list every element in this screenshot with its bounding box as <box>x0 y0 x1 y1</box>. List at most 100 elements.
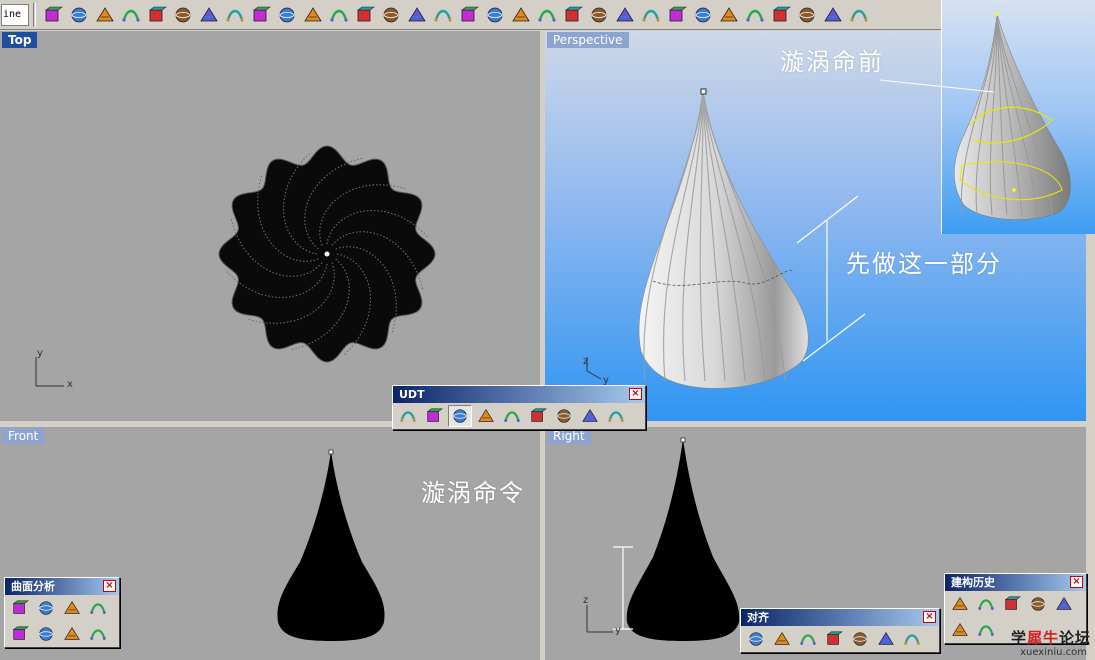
taper-icon[interactable] <box>552 405 576 427</box>
thickness-icon[interactable] <box>60 623 84 645</box>
morph-icon[interactable] <box>612 2 638 28</box>
emap-icon[interactable] <box>86 623 110 645</box>
curvature-icon[interactable] <box>34 597 58 619</box>
bend-icon[interactable] <box>526 405 550 427</box>
polygon-icon[interactable] <box>274 2 300 28</box>
align-bottom-icon[interactable] <box>744 628 768 650</box>
network-icon[interactable] <box>508 2 534 28</box>
cylinder-icon[interactable] <box>92 2 118 28</box>
curve-icon[interactable] <box>118 2 144 28</box>
twisty-icon[interactable] <box>422 405 446 427</box>
viewport-divider-vertical[interactable] <box>540 31 545 660</box>
book-icon[interactable] <box>430 2 456 28</box>
history-unlock-icon[interactable] <box>1052 593 1076 615</box>
udt-palette[interactable]: UDT × <box>392 385 646 430</box>
shear-icon[interactable] <box>578 405 602 427</box>
udt-close-button[interactable]: × <box>629 388 642 400</box>
surface-analysis-palette[interactable]: 曲面分析 × <box>4 577 120 648</box>
twist-icon[interactable] <box>664 2 690 28</box>
update-history-icon[interactable] <box>974 593 998 615</box>
point-deviation-icon[interactable] <box>34 623 58 645</box>
axis-label-y: y <box>615 625 621 636</box>
zebra-icon[interactable] <box>8 597 32 619</box>
viewport-top[interactable]: Top y x <box>0 31 540 421</box>
splop-icon[interactable] <box>474 405 498 427</box>
surface-analysis-title[interactable]: 曲面分析 × <box>5 578 119 595</box>
surface-icon[interactable] <box>326 2 352 28</box>
blend-icon[interactable] <box>768 2 794 28</box>
extrude-icon[interactable] <box>196 2 222 28</box>
align-close-button[interactable]: × <box>923 611 936 623</box>
main-toolbar: ine <box>0 0 1095 30</box>
history-close-button[interactable]: × <box>1070 576 1083 588</box>
sphere-icon[interactable] <box>66 2 92 28</box>
history-title-text: 建构历史 <box>951 576 995 589</box>
maelstrom-icon[interactable] <box>604 405 628 427</box>
annotation-maelstrom-command: 漩涡命令 <box>421 479 525 507</box>
select-children-icon[interactable] <box>948 619 972 641</box>
annotation-do-this-part: 先做这一部分 <box>846 250 1002 278</box>
align-top-icon[interactable] <box>770 628 794 650</box>
surface-analysis-row-2 <box>5 621 119 647</box>
edge-analysis-icon[interactable] <box>8 623 32 645</box>
surface-analysis-row-1 <box>5 595 119 621</box>
align-title[interactable]: 对齐 × <box>741 609 939 626</box>
cage-edit-icon[interactable] <box>448 405 472 427</box>
flip-icon[interactable] <box>378 2 404 28</box>
grid-icon[interactable] <box>560 2 586 28</box>
scissors-icon[interactable] <box>794 2 820 28</box>
draft-angle-icon[interactable] <box>86 597 110 619</box>
rebuild-icon[interactable] <box>248 2 274 28</box>
align-center-h-icon[interactable] <box>848 628 872 650</box>
panel-icon[interactable] <box>404 2 430 28</box>
select-parents-icon[interactable] <box>974 619 998 641</box>
align-title-text: 对齐 <box>747 611 769 624</box>
center-point <box>324 251 330 257</box>
surface-analysis-close-button[interactable]: × <box>103 580 116 592</box>
grid-points-icon[interactable] <box>222 2 248 28</box>
align-center-v-icon[interactable] <box>874 628 898 650</box>
inset-scene <box>954 12 1071 220</box>
inset-before-image <box>941 0 1095 234</box>
watermark-char-1: 学 <box>1010 629 1027 647</box>
box-icon[interactable] <box>40 2 66 28</box>
arch-icon[interactable] <box>352 2 378 28</box>
rhino-window: ine Top y x Perspective z y Front Right … <box>0 0 1095 660</box>
stretch-icon[interactable] <box>500 405 524 427</box>
watermark-char-2: 犀牛 <box>1026 629 1059 647</box>
align-center-icon[interactable] <box>900 628 924 650</box>
fillet-icon[interactable] <box>144 2 170 28</box>
mesh-icon[interactable] <box>716 2 742 28</box>
snap-icon[interactable] <box>846 2 872 28</box>
axes-icon[interactable] <box>170 2 196 28</box>
axis-label-y: y <box>37 348 43 359</box>
flow-icon[interactable] <box>396 405 420 427</box>
check-icon[interactable] <box>482 2 508 28</box>
history-title[interactable]: 建构历史 × <box>945 574 1086 591</box>
axis-gizmo-right <box>586 605 613 633</box>
align-palette[interactable]: 对齐 × <box>740 608 940 653</box>
record-history-icon[interactable] <box>948 593 972 615</box>
watermark-url: xuexiniu.com <box>1020 647 1087 658</box>
axis-gizmo-top <box>35 357 64 387</box>
cage-icon[interactable] <box>586 2 612 28</box>
split-icon[interactable] <box>300 2 326 28</box>
command-line-stub[interactable]: ine <box>1 3 29 26</box>
star-icon[interactable] <box>690 2 716 28</box>
history-lock-icon[interactable] <box>1000 593 1024 615</box>
boolean-icon[interactable] <box>534 2 560 28</box>
history-purge-icon[interactable] <box>1026 593 1050 615</box>
align-right-icon[interactable] <box>822 628 846 650</box>
tower-icon[interactable] <box>456 2 482 28</box>
loft-icon[interactable] <box>742 2 768 28</box>
udt-palette-title[interactable]: UDT × <box>393 386 645 403</box>
annotation-before-maelstrom: 漩涡命前 <box>780 48 884 76</box>
spiral-object-right <box>626 439 740 641</box>
environment-map-icon[interactable] <box>60 597 84 619</box>
bend-icon[interactable] <box>638 2 664 28</box>
align-buttons <box>741 626 939 652</box>
shade-icon[interactable] <box>820 2 846 28</box>
udt-title-text: UDT <box>399 388 425 401</box>
top-view-scene: y x <box>35 145 436 390</box>
align-left-icon[interactable] <box>796 628 820 650</box>
